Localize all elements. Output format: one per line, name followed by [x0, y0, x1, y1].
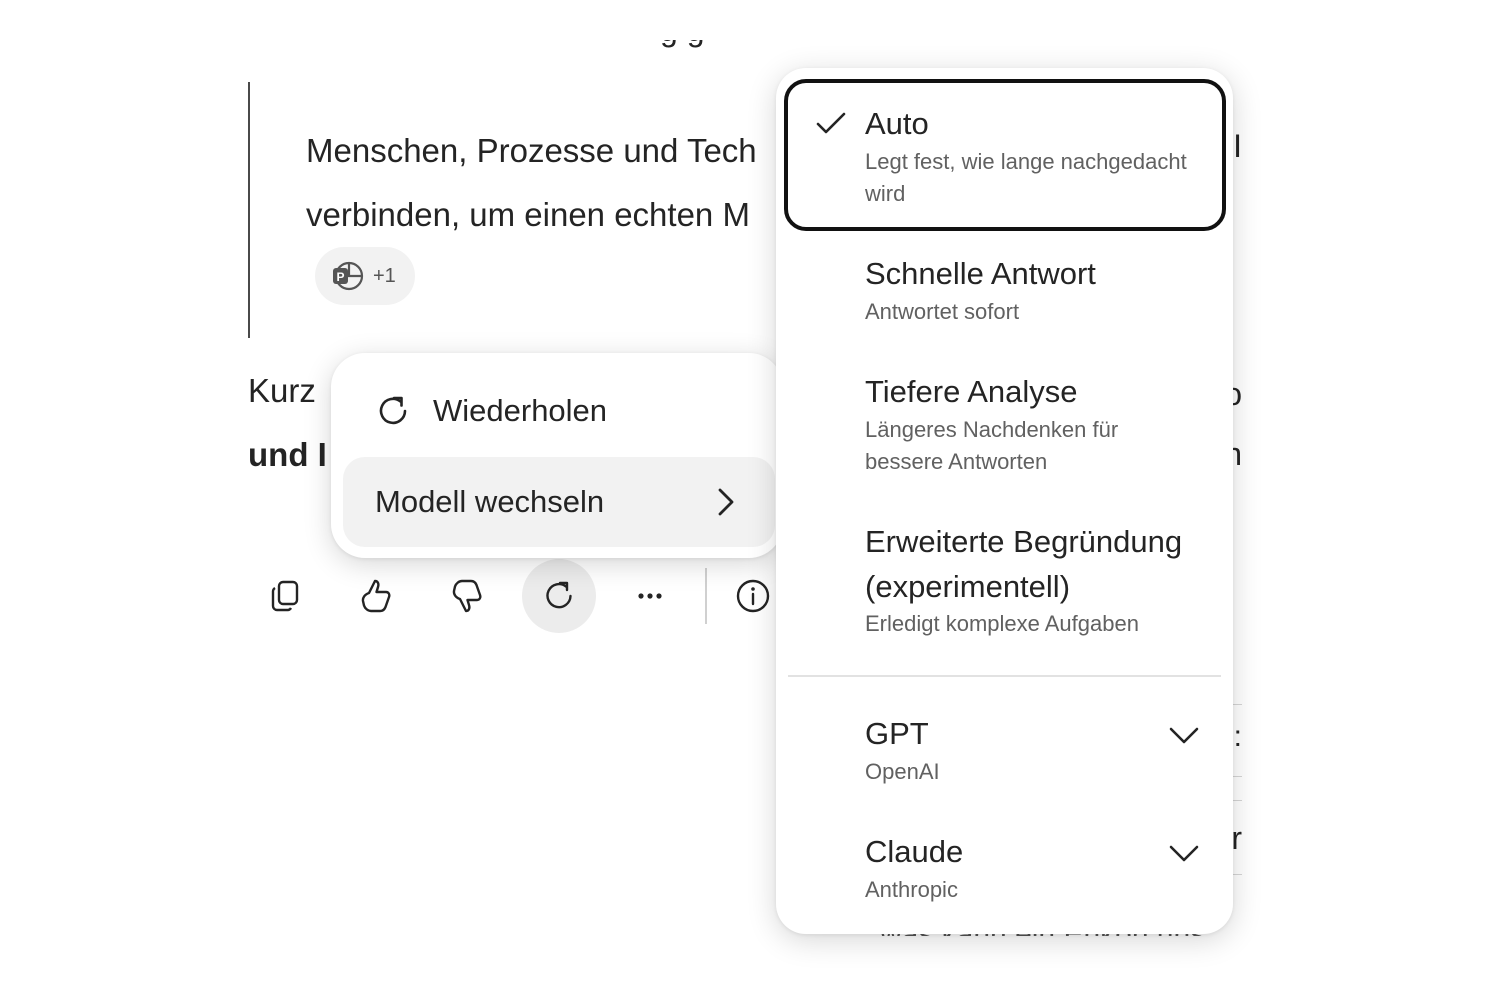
chevron-down-icon[interactable] — [1167, 836, 1201, 870]
option-title: Auto — [865, 106, 929, 141]
model-option-quick[interactable]: Schnelle Antwort Antwortet sofort — [776, 242, 1233, 346]
provider-group-claude[interactable]: Claude Anthropic — [776, 822, 1233, 928]
copy-icon — [271, 580, 299, 612]
option-description: Legt fest, wie lange nachgedacht — [865, 149, 1187, 174]
provider-title: Claude — [865, 834, 964, 869]
info-icon — [736, 579, 770, 613]
thumbs-up-icon — [361, 579, 391, 613]
dislike-button[interactable] — [430, 559, 504, 633]
provider-title: GPT — [865, 716, 929, 751]
model-menu: Auto Legt fest, wie lange nachgedacht wi… — [776, 68, 1233, 934]
cut-off-text: g g — [660, 40, 704, 49]
copy-button[interactable] — [248, 559, 322, 633]
chevron-right-icon — [709, 486, 741, 518]
checkmark-icon — [814, 106, 848, 140]
provider-name: Anthropic — [865, 877, 958, 902]
body-text-line: Kurz — [248, 372, 316, 409]
retry-menu-item[interactable]: Wiederholen — [343, 366, 775, 456]
option-title: Tiefere Analyse — [865, 374, 1078, 409]
option-description: wird — [865, 181, 906, 206]
svg-text:P: P — [336, 270, 344, 284]
retry-button[interactable] — [522, 559, 596, 633]
toolbar-separator — [705, 568, 707, 624]
citation-count: +1 — [373, 264, 396, 287]
quote-text-line: Menschen, Prozesse und Tech — [306, 132, 757, 169]
model-option-auto[interactable]: Auto Legt fest, wie lange nachgedacht wi… — [776, 68, 1233, 238]
option-title: Schnelle Antwort — [865, 256, 1096, 291]
option-description: Antwortet sofort — [865, 299, 1020, 324]
more-icon — [638, 593, 662, 599]
context-menu: Wiederholen Modell wechseln — [331, 353, 783, 558]
provider-group-gpt[interactable]: GPT OpenAI — [776, 704, 1233, 810]
body-text-bold: und I — [248, 436, 327, 473]
refresh-icon — [373, 391, 413, 431]
model-option-deep-analysis[interactable]: Tiefere Analyse Längeres Nachdenken für … — [776, 358, 1233, 488]
option-title: (experimentell) — [865, 569, 1071, 604]
option-description: Erledigt komplexe Aufgaben — [865, 611, 1139, 636]
citation-pill[interactable]: P +1 — [315, 247, 415, 305]
thumbs-down-icon — [452, 579, 482, 613]
more-button[interactable] — [613, 559, 687, 633]
switch-model-label: Modell wechseln — [375, 484, 605, 519]
retry-label: Wiederholen — [433, 393, 608, 428]
quote-text-line: verbinden, um einen echten M — [306, 196, 750, 233]
option-title: Erweiterte Begründung — [865, 524, 1183, 559]
refresh-icon — [546, 581, 572, 609]
quote-bar — [248, 82, 250, 338]
option-description: Längeres Nachdenken für — [865, 417, 1119, 442]
screenshot-stage: g g Menschen, Prozesse und Tech verbinde… — [0, 0, 1500, 994]
model-option-extended-reasoning[interactable]: Erweiterte Begründung (experimentell) Er… — [776, 508, 1233, 658]
option-description: bessere Antworten — [865, 449, 1048, 474]
powerpoint-icon: P — [331, 259, 365, 293]
switch-model-menu-item[interactable]: Modell wechseln — [343, 457, 775, 547]
like-button[interactable] — [339, 559, 413, 633]
chevron-down-icon[interactable] — [1167, 718, 1201, 752]
provider-name: OpenAI — [865, 759, 940, 784]
menu-divider — [788, 675, 1221, 677]
